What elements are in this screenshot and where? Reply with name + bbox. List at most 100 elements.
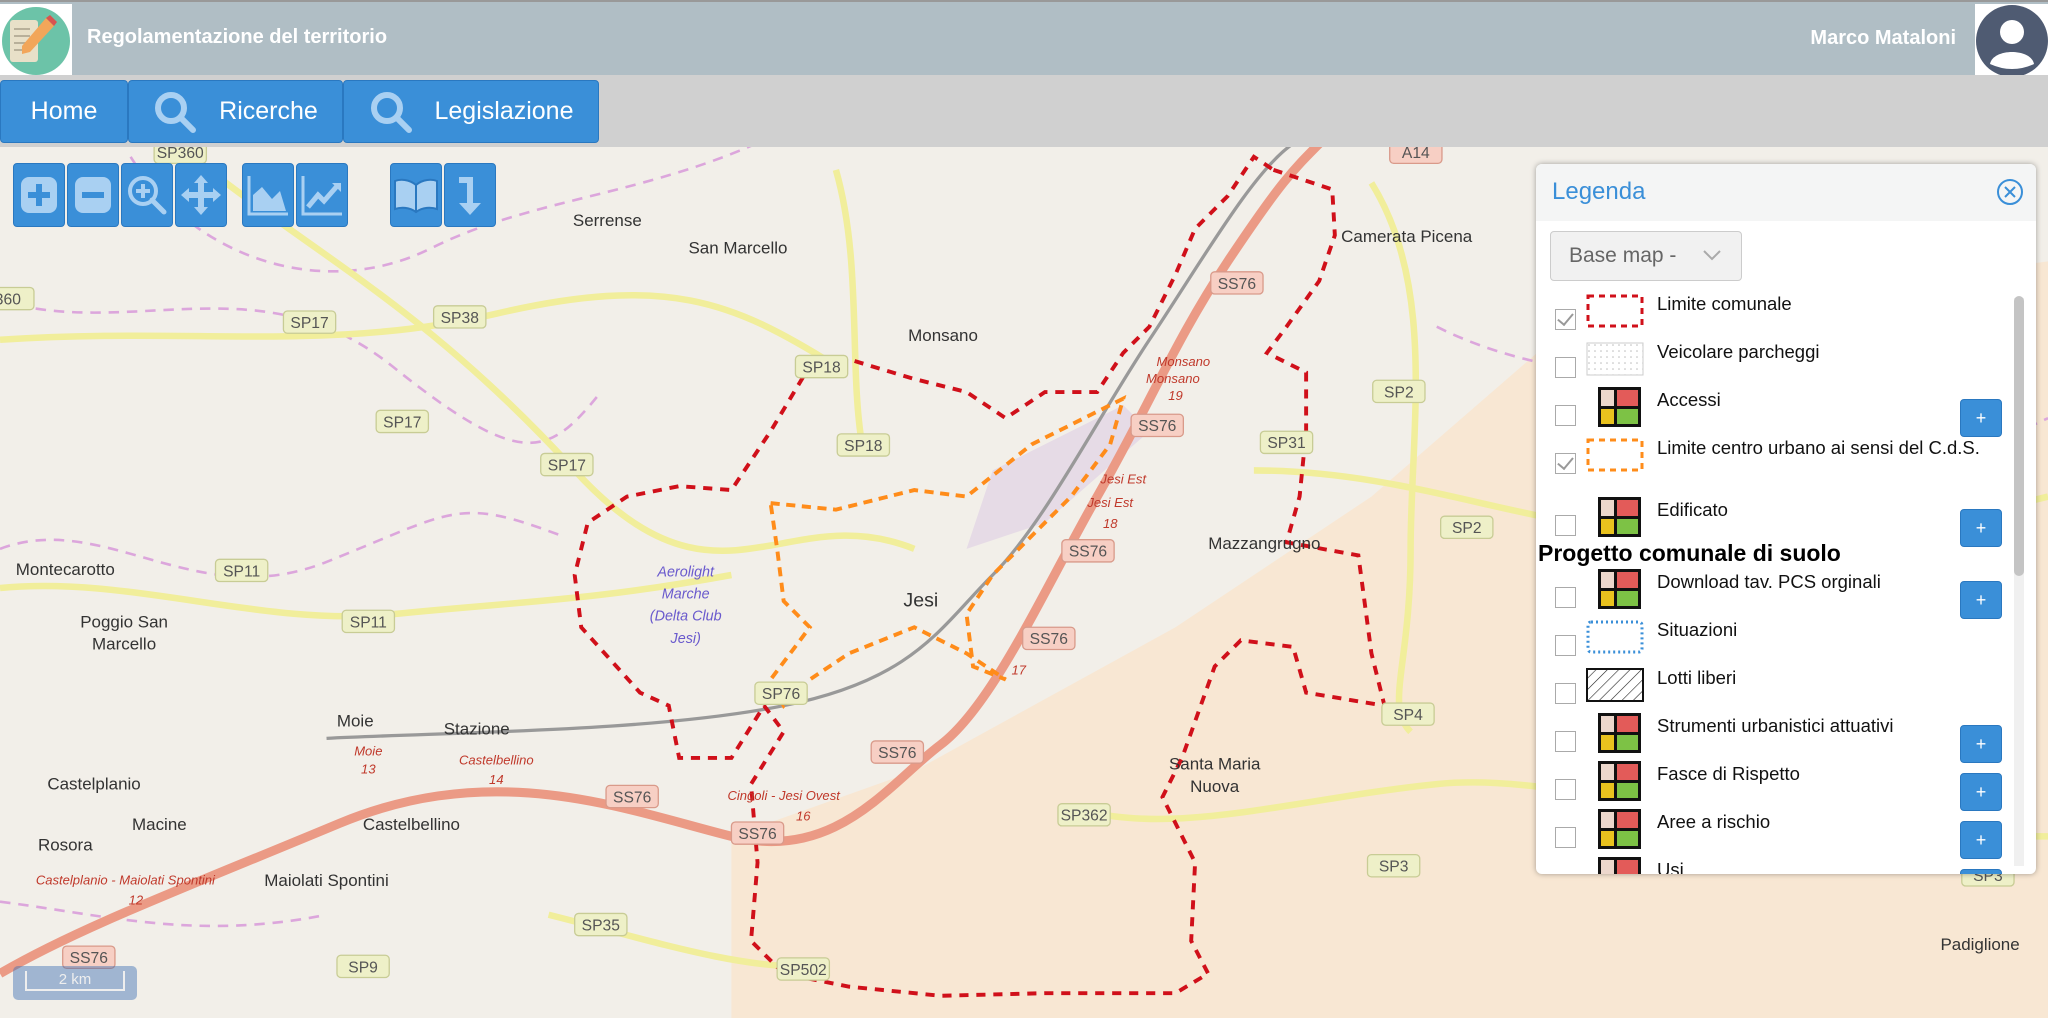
place-label: Nuova <box>1190 777 1240 796</box>
road-shield-label: SP17 <box>548 457 586 474</box>
layer-checkbox[interactable] <box>1555 515 1576 536</box>
blue-dotted-boundary-icon <box>1586 620 1644 654</box>
road-shield-label: SP362 <box>1061 808 1108 825</box>
road-shield-label: SS76 <box>613 789 652 806</box>
legend-section-heading: Progetto comunale di suolo <box>1538 540 1841 566</box>
close-icon[interactable] <box>1996 178 2024 206</box>
legend-layer-list: Limite comunale Veicolare parcheggi Acce… <box>1536 291 2014 874</box>
expand-layer-button[interactable]: + <box>1960 821 2002 859</box>
user-avatar-icon[interactable] <box>1975 4 2048 77</box>
search-icon <box>370 91 412 133</box>
pan-button[interactable] <box>175 163 227 227</box>
minus-icon <box>75 177 111 213</box>
main-nav: Home Ricerche Legislazione <box>0 75 2048 147</box>
exit-label: 12 <box>129 892 144 907</box>
basemap-select[interactable]: Base map - <box>1550 231 1742 281</box>
road-shield-label: SP360 <box>157 145 204 162</box>
layer-label: Strumenti urbanistici attuativi <box>1657 715 1894 736</box>
layer-limite-comunale: Limite comunale <box>1536 291 2014 339</box>
road-shield-label: SS76 <box>738 826 777 843</box>
place-label: Castelplanio <box>47 774 140 793</box>
layer-label: Usi <box>1657 859 1684 874</box>
place-label: San Marcello <box>688 239 787 258</box>
place-label: Moie <box>337 712 374 731</box>
zoom-in-button[interactable] <box>13 163 65 227</box>
road-shield-label: SP2 <box>1384 384 1414 401</box>
layer-label: Limite centro urbano ai sensi del C.d.S. <box>1657 437 1980 458</box>
place-label: Camerata Picena <box>1341 227 1473 246</box>
book-open-icon <box>394 178 438 214</box>
legend-title: Legenda <box>1552 178 1646 205</box>
layer-label: Fasce di Rispetto <box>1657 763 1800 784</box>
layer-checkbox[interactable] <box>1555 827 1576 848</box>
layer-label: Download tav. PCS orginali <box>1657 571 1881 592</box>
road-shield-label: SS76 <box>1138 418 1177 435</box>
layer-usi: Usi + <box>1536 857 2014 874</box>
multi-style-icon <box>1598 713 1641 753</box>
layer-veicolare-parcheggi: Veicolare parcheggi <box>1536 339 2014 387</box>
road-shield-label: SP11 <box>350 614 387 631</box>
road-shield-label: SP35 <box>582 917 621 934</box>
exit-label: 14 <box>489 772 504 787</box>
zoom-in-icon <box>128 176 167 215</box>
red-dashed-boundary-icon <box>1586 294 1644 328</box>
layer-checkbox[interactable] <box>1555 587 1576 608</box>
line-chart-icon <box>301 176 342 216</box>
line-measure-button[interactable] <box>296 163 348 227</box>
layer-checkbox[interactable] <box>1555 405 1576 426</box>
home-button[interactable]: Home <box>0 80 128 143</box>
expand-layer-button[interactable]: + <box>1960 869 2002 874</box>
search-label: Ricerche <box>219 97 318 125</box>
expand-layer-button[interactable]: + <box>1960 509 2002 547</box>
app-title: Regolamentazione del territorio <box>87 26 388 48</box>
layer-checkbox[interactable] <box>1555 779 1576 800</box>
zoom-out-button[interactable] <box>67 163 119 227</box>
place-label: Monsano <box>908 326 978 345</box>
layer-checkbox[interactable] <box>1555 731 1576 752</box>
legend-scrollbar-thumb[interactable] <box>2014 296 2024 576</box>
road-shield-label: SP31 <box>1267 435 1305 452</box>
layer-checkbox[interactable] <box>1555 635 1576 656</box>
road-shield-label: SP3 <box>1379 859 1409 876</box>
dotted-pattern-icon <box>1586 342 1644 376</box>
layer-aree-rischio: Aree a rischio + <box>1536 809 2014 859</box>
exit-label: Jesi Est <box>1099 472 1147 487</box>
zoom-box-button[interactable] <box>121 163 173 227</box>
search-icon <box>155 91 197 133</box>
home-label: Home <box>30 97 98 125</box>
expand-layer-button[interactable]: + <box>1960 725 2002 763</box>
layer-checkbox[interactable] <box>1555 309 1576 330</box>
legend-toggle-button[interactable] <box>390 163 442 227</box>
layer-checkbox[interactable] <box>1555 683 1576 704</box>
arrow-down-icon <box>459 177 481 215</box>
chevron-down-icon <box>1703 250 1721 261</box>
layer-strumenti-urbanistici: Strumenti urbanistici attuativi + <box>1536 713 2014 763</box>
legend-header: Legenda <box>1536 164 2036 221</box>
exit-label: 16 <box>796 809 811 824</box>
expand-layer-button[interactable]: + <box>1960 581 2002 619</box>
legislation-button[interactable]: Legislazione <box>343 80 599 143</box>
road-shield-label: SS76 <box>70 950 109 967</box>
road-shield-label: 360 <box>0 291 21 308</box>
place-label: Aerolight <box>656 564 715 580</box>
area-measure-button[interactable] <box>242 163 294 227</box>
exit-label: Jesi Est <box>1086 495 1134 510</box>
road-shield-label: A14 <box>1402 145 1430 162</box>
user-name[interactable]: Marco Mataloni <box>1810 27 1956 50</box>
expand-layer-button[interactable]: + <box>1960 773 2002 811</box>
download-button[interactable] <box>444 163 496 227</box>
exit-label: Castelbellino <box>459 752 534 767</box>
orange-dashed-boundary-icon <box>1586 438 1644 472</box>
area-chart-icon <box>247 176 288 216</box>
place-label: Macine <box>132 815 187 834</box>
place-label: Marcello <box>92 634 156 653</box>
road-shield-label: SS76 <box>878 745 917 762</box>
expand-layer-button[interactable]: + <box>1960 399 2002 437</box>
search-button[interactable]: Ricerche <box>128 80 343 143</box>
layer-label: Lotti liberi <box>1657 667 1737 688</box>
layer-checkbox[interactable] <box>1555 357 1576 378</box>
place-label: Jesi <box>903 589 938 611</box>
place-label: Maiolati Spontini <box>264 871 388 890</box>
exit-label: Castelplanio - Maiolati Spontini <box>36 873 216 888</box>
layer-checkbox[interactable] <box>1555 453 1576 474</box>
